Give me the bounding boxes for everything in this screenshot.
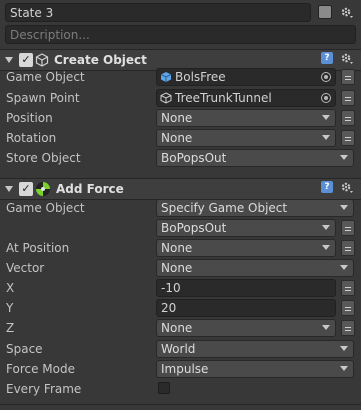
variable-toggle-button[interactable] — [341, 110, 355, 126]
gameobject-icon — [160, 92, 172, 104]
variable-toggle-button[interactable] — [341, 240, 355, 256]
variable-toggle-button[interactable] — [341, 320, 355, 336]
field-label: Position — [6, 111, 53, 125]
chevron-down-icon — [340, 366, 348, 371]
field-label: Game Object — [6, 70, 85, 84]
variable-toggle-button[interactable] — [341, 90, 355, 106]
field-value: None — [161, 111, 193, 125]
action-header-add-force[interactable]: ✓ Add Force — [0, 178, 361, 200]
state-name-text: State 3 — [10, 6, 54, 20]
settings-icon[interactable] — [340, 180, 354, 194]
force-mode-dropdown[interactable]: Impulse — [156, 360, 354, 378]
store-object-dropdown[interactable]: BoPopsOut — [156, 149, 354, 167]
foldout-arrow-icon[interactable] — [5, 186, 13, 192]
chevron-down-icon — [340, 265, 348, 270]
field-value: -10 — [161, 281, 181, 295]
x-input[interactable]: -10 — [156, 279, 336, 297]
description-input[interactable]: Description... — [5, 25, 356, 44]
field-label: Game Object — [6, 201, 85, 215]
object-picker-icon[interactable] — [321, 72, 331, 82]
field-label: Y — [6, 301, 14, 315]
field-value: BoPopsOut — [161, 151, 227, 165]
action-enabled-checkbox[interactable]: ✓ — [19, 182, 33, 196]
y-input[interactable]: 20 — [156, 299, 336, 317]
spawn-point-field[interactable]: TreeTrunkTunnel — [156, 89, 336, 107]
field-value: TreeTrunkTunnel — [175, 91, 272, 105]
settings-icon[interactable] — [340, 5, 354, 19]
field-label: Rotation — [6, 131, 57, 145]
chevron-down-icon — [322, 115, 330, 120]
state-name-input[interactable]: State 3 — [5, 3, 311, 22]
cube-outline-icon — [35, 53, 49, 67]
field-value: BolsFree — [175, 70, 226, 84]
space-dropdown[interactable]: World — [156, 340, 354, 358]
help-icon[interactable]: ? — [321, 181, 333, 193]
chevron-down-icon — [322, 325, 330, 330]
settings-icon[interactable] — [340, 51, 354, 65]
description-placeholder: Description... — [10, 28, 90, 42]
field-value: World — [161, 342, 196, 356]
chevron-down-icon — [340, 346, 348, 351]
field-value: BoPopsOut — [161, 221, 227, 235]
field-label: Every Frame — [6, 382, 82, 396]
variable-toggle-button[interactable] — [341, 280, 355, 296]
chevron-down-icon — [322, 135, 330, 140]
field-value: Impulse — [161, 362, 209, 376]
field-label: X — [6, 281, 15, 295]
foldout-arrow-icon[interactable] — [5, 57, 13, 63]
field-label: Vector — [6, 261, 45, 275]
action-enabled-checkbox[interactable]: ✓ — [19, 53, 33, 67]
field-value: None — [161, 241, 193, 255]
action-title: Add Force — [56, 182, 124, 196]
cube-icon — [160, 71, 172, 83]
field-label: Store Object — [6, 151, 81, 165]
field-value: 20 — [161, 301, 177, 315]
help-icon[interactable]: ? — [321, 52, 333, 64]
physics-icon — [35, 181, 51, 197]
field-label: Space — [6, 342, 43, 356]
game-object-variable-dropdown[interactable]: BoPopsOut — [156, 219, 336, 237]
field-label: Force Mode — [6, 362, 75, 376]
every-frame-checkbox[interactable] — [158, 382, 170, 394]
chevron-down-icon — [322, 245, 330, 250]
at-position-dropdown[interactable]: None — [156, 239, 336, 257]
vector-dropdown[interactable]: None — [156, 259, 354, 277]
field-label: At Position — [6, 241, 70, 255]
state-color-swatch[interactable] — [318, 5, 332, 19]
action-title: Create Object — [54, 53, 147, 67]
field-label: Spawn Point — [6, 91, 80, 105]
rotation-dropdown[interactable]: None — [156, 129, 336, 147]
game-object-mode-dropdown[interactable]: Specify Game Object — [156, 199, 354, 217]
field-value: None — [161, 131, 193, 145]
position-dropdown[interactable]: None — [156, 109, 336, 127]
divider — [0, 404, 361, 405]
field-value: Specify Game Object — [161, 201, 288, 215]
variable-toggle-button[interactable] — [341, 69, 355, 85]
variable-toggle-button[interactable] — [341, 130, 355, 146]
variable-toggle-button[interactable] — [341, 220, 355, 236]
chevron-down-icon — [340, 155, 348, 160]
chevron-down-icon — [322, 225, 330, 230]
game-object-field[interactable]: BolsFree — [156, 68, 336, 86]
z-dropdown[interactable]: None — [156, 319, 336, 337]
object-picker-icon[interactable] — [321, 93, 331, 103]
variable-toggle-button[interactable] — [341, 300, 355, 316]
chevron-down-icon — [340, 205, 348, 210]
field-label: Z — [6, 321, 15, 335]
field-value: None — [161, 261, 193, 275]
field-value: None — [161, 321, 193, 335]
